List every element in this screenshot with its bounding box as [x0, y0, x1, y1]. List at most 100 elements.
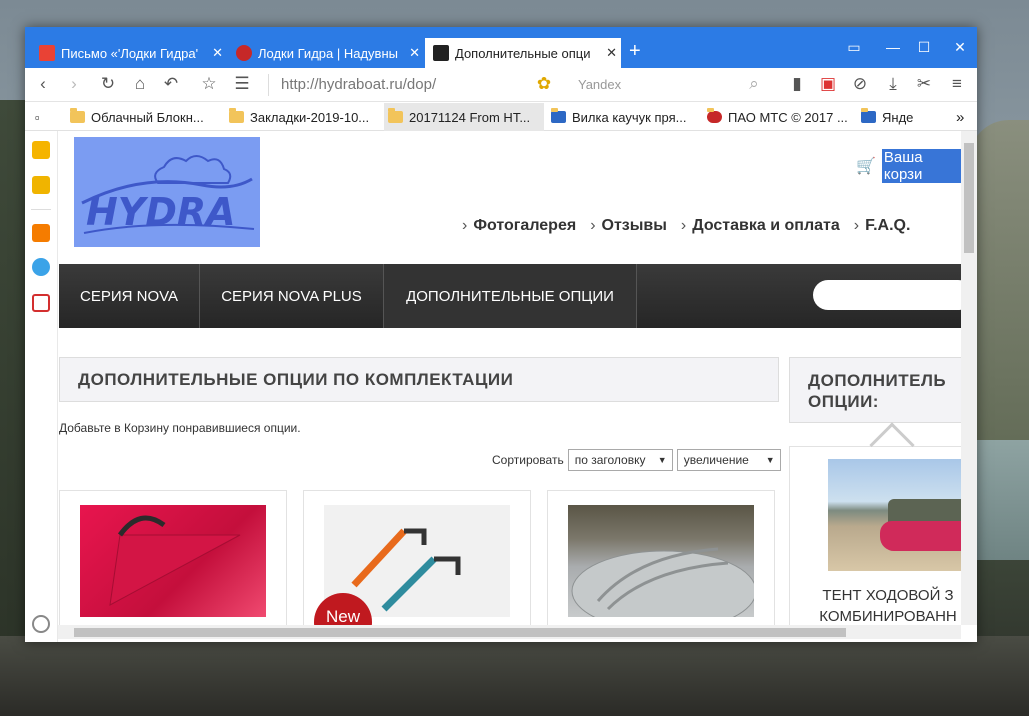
- folder-icon: [388, 108, 403, 123]
- product-image[interactable]: [568, 505, 757, 625]
- search-input[interactable]: Yandex: [578, 77, 621, 92]
- top-navigation: › Фотогалерея › Отзывы › Доставка и оплата …: [462, 217, 910, 235]
- forward-icon[interactable]: ›: [63, 73, 85, 95]
- close-tab-icon[interactable]: ✕: [606, 45, 617, 61]
- menu-item-nova-plus[interactable]: СЕРИЯ NOVA PLUS: [200, 264, 384, 328]
- reload-icon[interactable]: ↻: [97, 73, 119, 95]
- side-product-image[interactable]: [828, 459, 961, 571]
- scrollbar-thumb[interactable]: [964, 143, 974, 253]
- select-value: по заголовку: [574, 453, 646, 467]
- bookmark-label: Вилка каучук пря...: [572, 109, 687, 125]
- translate-icon[interactable]: ⊘: [849, 73, 871, 95]
- main-navigation: СЕРИЯ NOVA СЕРИЯ NOVA PLUS ДОПОЛНИТЕЛЬНЫ…: [59, 264, 961, 328]
- sort-field-select[interactable]: по заголовку ▼: [567, 449, 673, 471]
- sort-controls: Сортировать по заголовку ▼ увеличение ▼: [492, 449, 781, 471]
- favorites-star-icon[interactable]: [32, 141, 50, 159]
- bookmark-item[interactable]: ПАО МТС © 2017 ...: [703, 103, 848, 131]
- extension-icon[interactable]: ▮: [786, 73, 808, 95]
- product-card[interactable]: [59, 490, 287, 625]
- tab-title: Письмо «'Лодки Гидра': [61, 45, 199, 61]
- close-tab-icon[interactable]: ✕: [212, 45, 223, 61]
- cart-link[interactable]: 🛒 Ваша корзи: [856, 149, 961, 183]
- product-card[interactable]: [547, 490, 775, 625]
- minimize-icon[interactable]: —: [884, 39, 902, 55]
- tab-bar: Письмо «'Лодки Гидра' ✕ Лодки Гидра | На…: [25, 27, 977, 68]
- nav-link-delivery[interactable]: › Доставка и оплата: [681, 217, 840, 235]
- settings-gear-icon[interactable]: [32, 615, 50, 633]
- bookmark-label: Янде: [882, 109, 914, 125]
- tab-mail[interactable]: Письмо «'Лодки Гидра' ✕: [31, 38, 227, 68]
- svg-text:HYDRA: HYDRA: [86, 190, 236, 234]
- browser-sidebar: [25, 131, 58, 642]
- product-graphic: [571, 547, 757, 625]
- section-title: ДОПОЛНИТЕЛЬНЫЕ ОПЦИИ ПО КОМПЛЕКТАЦИИ: [59, 357, 779, 402]
- bookmark-item[interactable]: Янде: [857, 103, 913, 131]
- cart-label: Ваша корзи: [881, 149, 961, 183]
- menu-item-options[interactable]: ДОПОЛНИТЕЛЬНЫЕ ОПЦИИ: [384, 264, 637, 328]
- bookmark-item[interactable]: Закладки-2019-10...: [225, 103, 369, 131]
- sort-order-select[interactable]: увеличение ▼: [676, 449, 781, 471]
- address-toolbar: ‹ › ↻ ⌂ ↶ ☆ ☰ http://hydraboat.ru/dop/ ✿…: [25, 68, 977, 102]
- tab-dop-options[interactable]: Дополнительные опци ✕: [425, 38, 621, 68]
- maximize-icon[interactable]: ☐: [915, 39, 933, 56]
- nav-label: Отзывы: [601, 217, 667, 234]
- sidebar-toggle-icon[interactable]: ▫: [31, 103, 40, 131]
- reading-list-icon[interactable]: ☰: [231, 73, 253, 95]
- pdf-icon[interactable]: [32, 294, 50, 312]
- browser-window: Письмо «'Лодки Гидра' ✕ Лодки Гидра | На…: [25, 27, 977, 642]
- background-ground: [0, 636, 1029, 716]
- nav-label: Фотогалерея: [473, 217, 577, 234]
- menu-item-nova[interactable]: СЕРИЯ NOVA: [59, 264, 200, 328]
- undo-close-icon[interactable]: ↶: [160, 73, 182, 95]
- bookmark-label: Облачный Блокн...: [91, 109, 204, 125]
- side-section-title: ДОПОЛНИТЕЛЬ ОПЦИИ:: [789, 357, 961, 423]
- site-favicon-icon: [236, 45, 252, 61]
- divider: [31, 209, 51, 210]
- yandex-icon: [861, 108, 876, 123]
- nav-link-reviews[interactable]: › Отзывы: [590, 217, 667, 235]
- vertical-scrollbar[interactable]: [961, 131, 977, 625]
- nav-label: Доставка и оплата: [692, 217, 840, 234]
- bookmark-label: Закладки-2019-10...: [250, 109, 370, 125]
- bookmark-item[interactable]: Вилка каучук пря...: [547, 103, 686, 131]
- home-icon[interactable]: ⌂: [129, 73, 151, 95]
- download-icon[interactable]: ⤓: [882, 73, 904, 95]
- background-water: [977, 440, 1029, 560]
- cut-icon[interactable]: ✂: [913, 73, 935, 95]
- notes-icon[interactable]: [32, 176, 50, 194]
- bookmark-label: 20171124 From HT...: [409, 109, 531, 125]
- site-search-input[interactable]: [813, 280, 961, 310]
- star-icon[interactable]: ☆: [198, 73, 220, 95]
- tabs-menu-icon[interactable]: ▭: [845, 39, 863, 56]
- side-product-title[interactable]: ТЕНТ ХОДОВОЙ З КОМБИНИРОВАНН: [808, 585, 961, 625]
- bookmark-item[interactable]: 20171124 From HT...: [384, 103, 544, 131]
- product-card[interactable]: New: [303, 490, 531, 625]
- close-window-icon[interactable]: ✕: [951, 39, 969, 56]
- search-icon[interactable]: ⌕: [743, 73, 765, 95]
- product-image[interactable]: [80, 505, 266, 617]
- sort-label: Сортировать: [492, 453, 564, 467]
- logo-graphic: HYDRA: [81, 155, 255, 234]
- chevron-down-icon: ▼: [765, 455, 775, 465]
- nav-link-faq[interactable]: › F.A.Q.: [854, 217, 911, 235]
- new-tab-button[interactable]: +: [629, 41, 641, 61]
- tips-bulb-icon[interactable]: [32, 258, 50, 276]
- menu-icon[interactable]: ≡: [946, 73, 968, 95]
- chevron-down-icon: ▼: [657, 455, 667, 465]
- horizontal-scrollbar[interactable]: [58, 625, 961, 639]
- tab-hydra[interactable]: Лодки Гидра | Надувны ✕: [228, 38, 424, 68]
- cart-icon: 🛒: [856, 158, 876, 175]
- bookmark-item[interactable]: Облачный Блокн...: [66, 103, 204, 131]
- pdf-extension-icon[interactable]: ▣: [817, 73, 839, 95]
- hydra-logo[interactable]: HYDRA: [74, 137, 260, 247]
- bee-icon[interactable]: ✿: [533, 73, 555, 95]
- nav-link-gallery[interactable]: › Фотогалерея: [462, 217, 576, 235]
- select-value: увеличение: [683, 453, 749, 467]
- scrollbar-thumb[interactable]: [74, 628, 846, 637]
- address-bar[interactable]: http://hydraboat.ru/dop/: [281, 76, 436, 93]
- rss-icon[interactable]: [32, 224, 50, 242]
- side-product-card[interactable]: ТЕНТ ХОДОВОЙ З КОМБИНИРОВАНН: [789, 446, 961, 625]
- close-tab-icon[interactable]: ✕: [409, 45, 420, 61]
- back-icon[interactable]: ‹: [32, 73, 54, 95]
- bookmarks-overflow-button[interactable]: »: [952, 103, 964, 131]
